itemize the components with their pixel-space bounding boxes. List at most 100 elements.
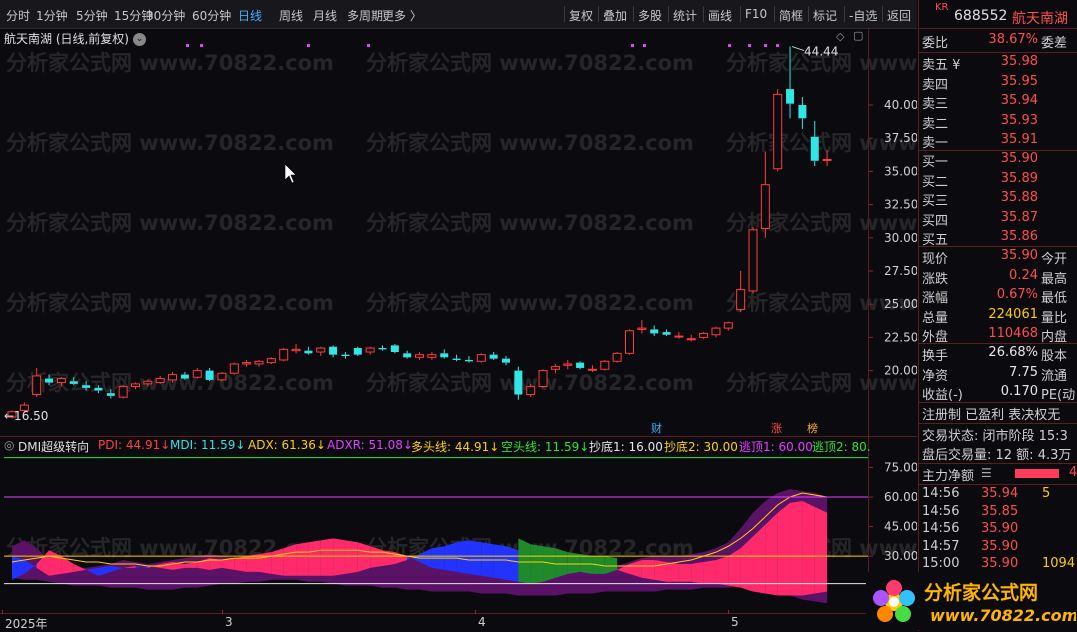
ask-row-value: 35.94 xyxy=(1000,93,1038,109)
stat-row-right: 量比 xyxy=(1041,310,1068,326)
dmi-cross-band xyxy=(320,538,334,576)
period-tab-8[interactable]: 月线 xyxy=(313,7,337,24)
dmi-cross-band xyxy=(333,538,346,576)
indicator-legend-text: MDI: 11.59 xyxy=(170,438,236,452)
toolbar-button-4[interactable]: 画线 xyxy=(708,7,732,24)
net-flow-row: 主力净额 ☰ 4 xyxy=(919,465,1077,484)
stat-row-value: 0.24 xyxy=(1009,267,1038,283)
diamond-icon[interactable]: ◇ xyxy=(836,30,844,43)
indicator-legend-item: 抄底1: 16.00 xyxy=(589,438,663,455)
high-pointer xyxy=(791,46,805,52)
stat-row-right: 最高 xyxy=(1041,271,1068,287)
expand-icon[interactable]: ▢ xyxy=(853,29,863,42)
signal-dot xyxy=(764,44,767,47)
finance-marker[interactable]: 财 xyxy=(651,421,662,435)
period-tab-6[interactable]: 日线 xyxy=(238,7,262,24)
candle xyxy=(353,346,362,356)
bid-row-label: 买一 xyxy=(922,155,949,170)
chart-title: 航天南湖 (日线,前复权) ⌄ xyxy=(4,30,146,47)
indicator-legend-item: ADXR: 51.08↓ xyxy=(327,438,413,452)
period-tab-7[interactable]: 周线 xyxy=(279,7,303,24)
indicator-name[interactable]: DMI超级转向 xyxy=(18,438,89,455)
short-line-band xyxy=(518,538,531,584)
chart-title-text: 航天南湖 (日线,前复权) xyxy=(4,32,129,46)
chart-area[interactable]: 分析家公式网 www.70822.com 分析家公式网 www.70822.com… xyxy=(0,28,917,628)
stock-code: 688552 xyxy=(954,8,1008,24)
bid-row: 买四 35.87 xyxy=(919,210,1077,229)
toolbar-button-9[interactable]: 返回 xyxy=(887,7,911,24)
toolbar-button-7[interactable]: 标记 xyxy=(813,7,837,24)
list-icon[interactable]: ☰ xyxy=(981,466,992,480)
toolbar-separator xyxy=(703,6,704,22)
candle xyxy=(365,346,375,355)
dmi-cross-band xyxy=(641,560,655,580)
rank-list-marker[interactable]: 榜 xyxy=(807,421,818,435)
arrow-down-icon: ↓ xyxy=(160,438,171,452)
registration-info-text: 注册制 已盈利 表决权无 xyxy=(922,408,1061,423)
dmi-cross-band xyxy=(814,506,828,594)
toolbar-button-2[interactable]: 多股 xyxy=(638,7,662,24)
signal-dot xyxy=(200,44,203,47)
tick-price: 35.90 xyxy=(981,556,1019,571)
tick-row: 14:56 35.90 xyxy=(919,521,1077,540)
candle xyxy=(489,352,498,360)
ask-row: 卖四 35.95 xyxy=(919,74,1077,93)
candle xyxy=(118,385,128,399)
limit-up-marker[interactable]: 涨 xyxy=(771,422,782,435)
indicator-legend-text: ADXR: 51.08 xyxy=(327,438,403,452)
indicator-legend-item: 多头线: 44.91↓ xyxy=(411,438,499,455)
candle xyxy=(291,344,301,354)
bid-row: 买二 35.89 xyxy=(919,171,1077,190)
watermark-text: 分析家公式网 www.70822.com xyxy=(366,131,694,155)
toolbar-button-3[interactable]: 统计 xyxy=(673,7,697,24)
bid-row-value: 35.89 xyxy=(1000,170,1038,186)
dmi-cross-band xyxy=(506,546,519,582)
period-tab-4[interactable]: 30分钟 xyxy=(146,7,185,24)
tick-price: 35.90 xyxy=(981,521,1019,536)
order-ratio-value: 38.67% xyxy=(988,32,1038,47)
indicator-legend-text: 逃顶1: 60.00 xyxy=(739,440,813,454)
period-tab-5[interactable]: 60分钟 xyxy=(192,7,231,24)
order-ratio-right: 委差 xyxy=(1041,36,1068,51)
period-tab-0[interactable]: 分时 xyxy=(6,7,30,24)
dmi-cross-band xyxy=(493,544,506,580)
divider xyxy=(919,423,1077,424)
candle xyxy=(304,346,313,355)
date-label: 3 xyxy=(225,615,233,629)
short-line-band xyxy=(530,544,544,584)
indicator-tick-label: 30.00 xyxy=(884,549,917,563)
toolbar-separator xyxy=(844,6,845,22)
toolbar-button-0[interactable]: 复权 xyxy=(569,7,593,24)
bid-row-label: 买二 xyxy=(922,174,949,190)
dmi-cross-band xyxy=(456,540,469,574)
toolbar-button-8[interactable]: -自选 xyxy=(849,7,877,24)
period-tab-9[interactable]: 多周期 xyxy=(347,7,383,24)
dmi-cross-band xyxy=(468,540,482,576)
price-tick-label: 22.50 xyxy=(884,330,917,344)
stat2-row: 换手 26.68% 股本 xyxy=(919,345,1077,364)
divider xyxy=(919,343,1077,344)
candle xyxy=(798,97,807,129)
toolbar-button-5[interactable]: F10 xyxy=(745,7,767,21)
divider xyxy=(919,484,1077,485)
stat-row-value: 110468 xyxy=(988,326,1038,342)
dmi-cross-band xyxy=(444,542,457,572)
stat2-row-right: PE(动 xyxy=(1041,388,1076,404)
period-tab-1[interactable]: 1分钟 xyxy=(36,7,68,24)
stat-row-value: 35.90 xyxy=(1000,248,1038,263)
chevron-down-icon[interactable]: ⌄ xyxy=(133,33,146,46)
candle xyxy=(242,359,252,367)
site-logo: 分析家公式网 www.70822.com xyxy=(866,572,1076,630)
date-axis: 2025年 3 4 5 xyxy=(0,610,868,631)
top-toolbar: 分时 1分钟 5分钟 15分钟 30分钟 60分钟 日线 周线 月线 多周期 更多 〉复权 叠加 多股统… xyxy=(0,0,917,29)
indicator-icon[interactable]: ◎ xyxy=(4,438,14,452)
kline-chart[interactable]: 分析家公式网 www.70822.com 分析家公式网 www.70822.com… xyxy=(0,28,917,628)
period-tab-2[interactable]: 5分钟 xyxy=(76,7,108,24)
candle xyxy=(316,346,326,356)
signal-dot xyxy=(186,44,189,47)
toolbar-button-1[interactable]: 叠加 xyxy=(603,7,627,24)
stat-row: 现价 35.90 今开 xyxy=(919,248,1077,267)
toolbar-button-6[interactable]: 简框 xyxy=(779,7,803,24)
stat-row: 涨跌 0.24 最高 xyxy=(919,268,1077,287)
period-tab-10[interactable]: 更多 〉 xyxy=(382,7,422,24)
